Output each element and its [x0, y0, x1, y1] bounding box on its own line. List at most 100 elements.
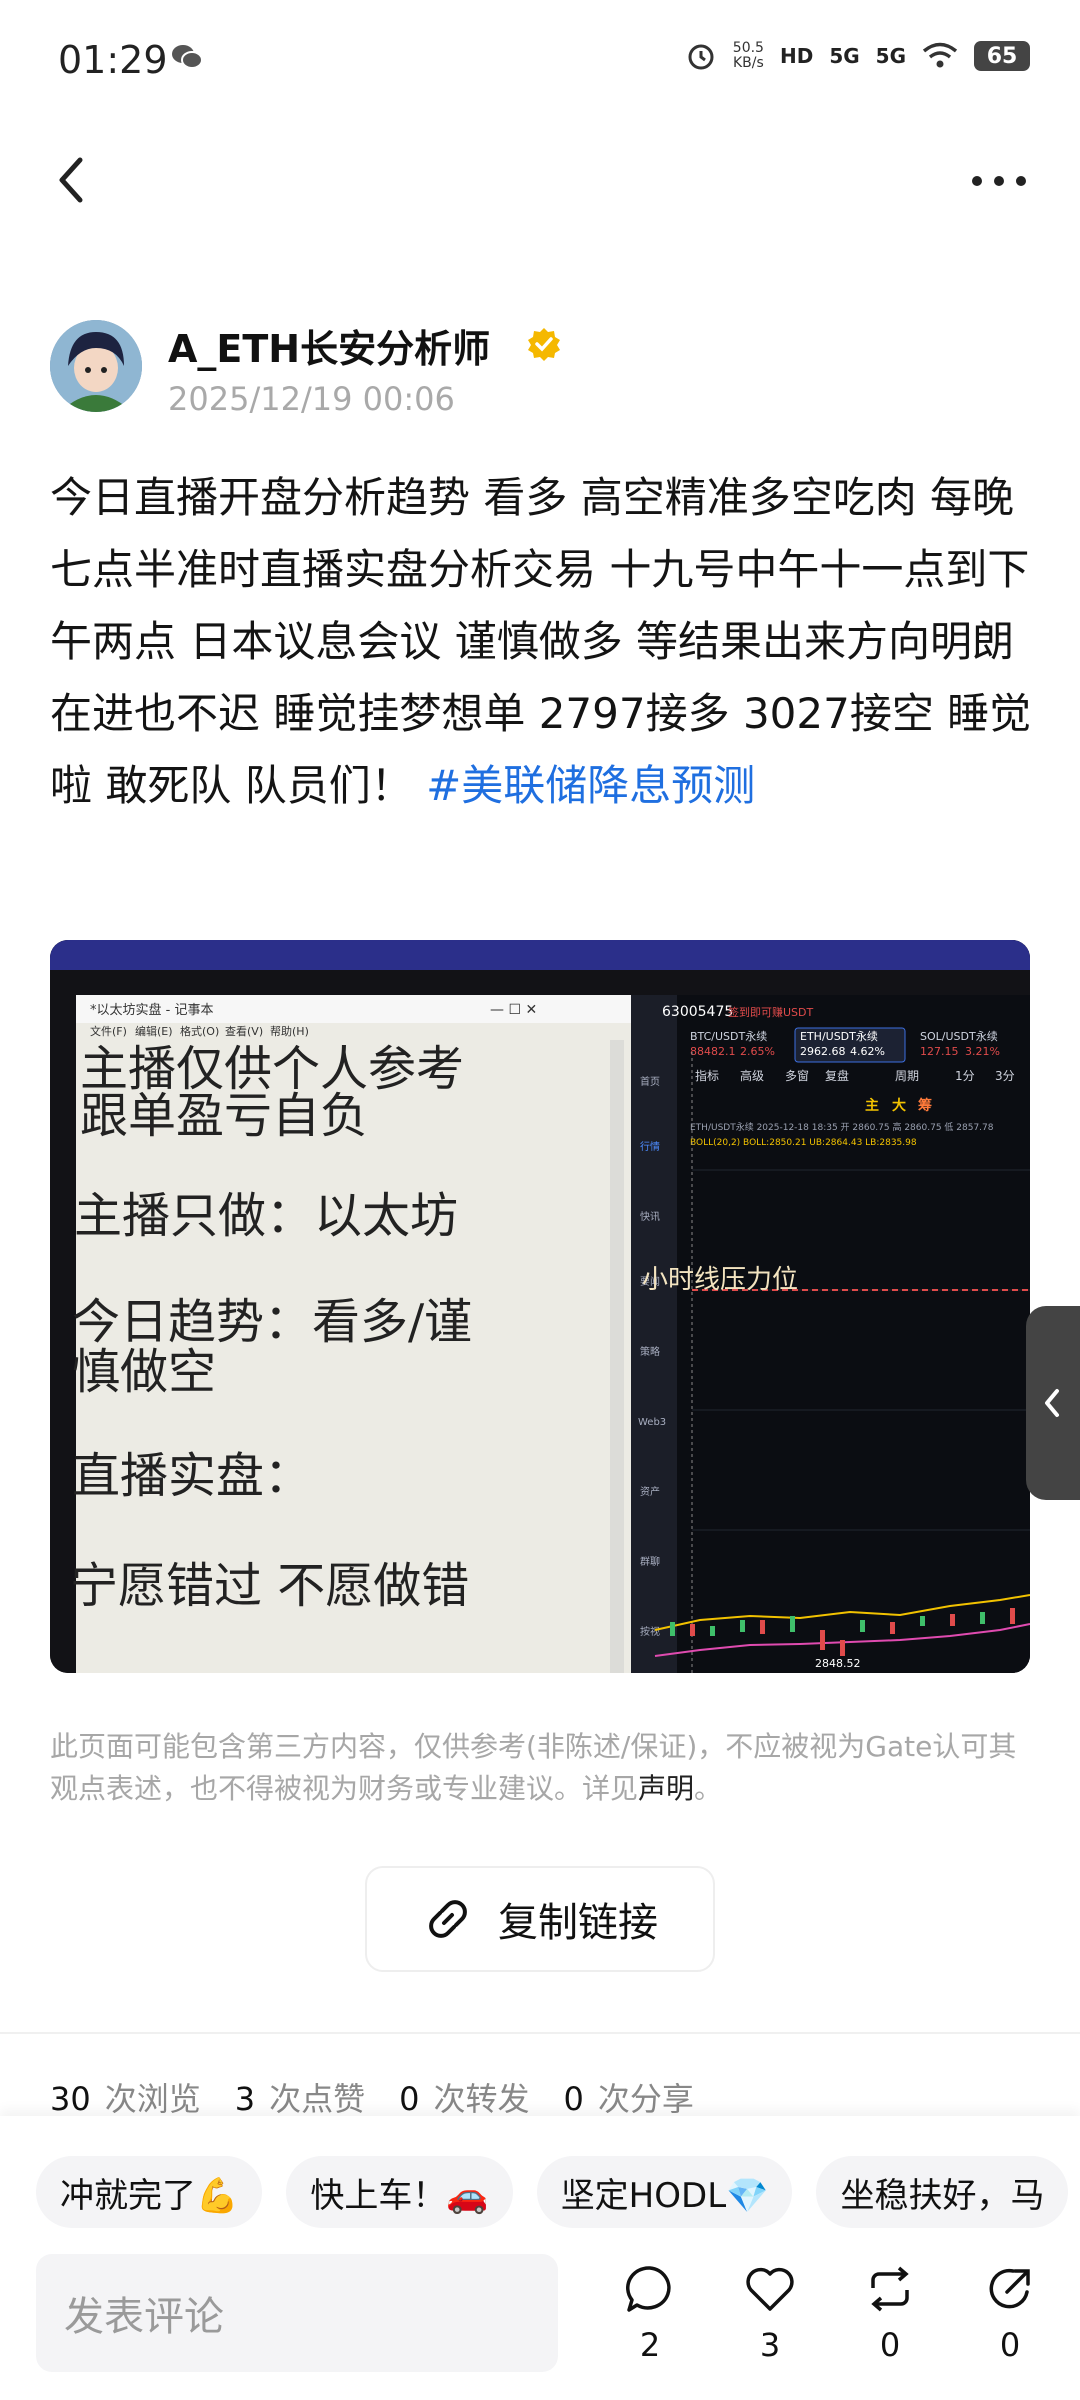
signal-5g-icon-2: 5G	[875, 44, 906, 68]
repost-button[interactable]: 0	[850, 2262, 930, 2364]
more-options-button[interactable]	[968, 166, 1030, 196]
ticker-price: 88482.1	[690, 1045, 736, 1058]
chart-toolbar: 周期	[895, 1069, 919, 1083]
chart-mark: 主	[865, 1097, 879, 1114]
status-icons: 50.5 KB/s HD 5G 5G 65	[685, 40, 1030, 72]
copy-link-button[interactable]: 复制链接	[365, 1866, 715, 1972]
notepad-line: 宁愿错过 不愿做错	[70, 1558, 469, 1614]
verified-badge-icon	[528, 328, 560, 361]
chart-mark: 筹	[918, 1097, 932, 1114]
wifi-icon	[922, 42, 958, 68]
ticker-change: 2.65%	[740, 1045, 775, 1058]
ticker-name: BTC/USDT永续	[690, 1029, 767, 1043]
window-controls: — ☐ ✕	[490, 1002, 537, 1018]
quick-reply-chip[interactable]: 坚定HODL💎	[536, 2156, 793, 2228]
stat-likes: 3 次点赞	[234, 2080, 366, 2118]
net-speed: 50.5 KB/s	[732, 40, 764, 71]
low-label: 2848.52	[815, 1657, 861, 1670]
hd-icon: HD	[779, 44, 814, 68]
status-time: 01:29	[58, 38, 168, 82]
app-nav: 群聊	[640, 1555, 660, 1568]
ohlc-line: ETH/USDT永续 2025-12-18 18:35 开 2860.75 高 …	[690, 1121, 994, 1133]
comment-icon	[626, 2266, 671, 2312]
boll-line: BOLL(20,2) BOLL:2850.21 UB:2864.43 LB:28…	[690, 1138, 917, 1148]
hashtag-link[interactable]: #美联储降息预测	[426, 761, 755, 810]
account-id: 63005475	[662, 1004, 733, 1020]
divider	[0, 2032, 1080, 2034]
link-icon	[429, 1900, 467, 1938]
disclaimer: 此页面可能包含第三方内容，仅供参考(非陈述/保证)，不应被视为Gate认可其观点…	[50, 1730, 1017, 1805]
bottom-panel: 冲就完了💪 快上车！🚗 坚定HODL💎 坐稳扶好，马 发表评论 2 3 0 0	[0, 2116, 1080, 2400]
quick-replies: 冲就完了💪 快上车！🚗 坚定HODL💎 坐稳扶好，马	[36, 2156, 1069, 2228]
share-button[interactable]: 0	[970, 2262, 1050, 2364]
chart-toolbar: 复盘	[825, 1068, 849, 1083]
like-button[interactable]: 3	[730, 2262, 810, 2364]
notepad-title: *以太坊实盘 - 记事本	[90, 1002, 213, 1018]
comment-count: 2	[639, 2326, 661, 2364]
chart-toolbar: 高级	[740, 1068, 764, 1083]
statement-link[interactable]: 声明	[638, 1772, 694, 1805]
quick-reply-chip[interactable]: 冲就完了💪	[36, 2156, 263, 2228]
app-nav: 快讯	[640, 1211, 660, 1223]
notepad-menu: 文件(F)	[90, 1024, 127, 1038]
post-text: 今日直播开盘分析趋势 看多 高空精准多空吃肉 每晚七点半准时直播实盘分析交易 十…	[50, 473, 1032, 810]
share-icon	[989, 2268, 1030, 2309]
alarm-icon	[688, 44, 714, 70]
quick-reply-chip[interactable]: 快上车！🚗	[286, 2156, 513, 2228]
comment-input[interactable]: 发表评论	[36, 2254, 558, 2372]
back-button[interactable]	[50, 152, 94, 208]
notepad-line: 主播只做：以太坊	[74, 1188, 458, 1244]
action-bar: 2 3 0 0	[610, 2262, 1050, 2364]
quick-reply-chip[interactable]: 坐稳扶好，马	[816, 2156, 1069, 2228]
app-nav: 首页	[640, 1075, 660, 1088]
notepad-line: 今日趋势：看多/谨	[72, 1294, 472, 1350]
app-nav: Web3	[638, 1417, 666, 1428]
post-time: 2025/12/19 00:06	[168, 380, 455, 418]
post-body: 今日直播开盘分析趋势 看多 高空精准多空吃肉 每晚七点半准时直播实盘分析交易 十…	[50, 462, 1040, 822]
repost-count: 0	[879, 2326, 901, 2364]
battery-icon: 65	[974, 41, 1030, 71]
app-nav: 资产	[640, 1485, 660, 1498]
chart-toolbar: 指标	[695, 1068, 719, 1083]
like-count: 3	[759, 2326, 781, 2364]
post-image[interactable]: *以太坊实盘 - 记事本 — ☐ ✕ 文件(F) 编辑(E) 格式(O) 查看(…	[50, 940, 1030, 1673]
account-hint: 签到即可赚USDT	[728, 1005, 814, 1019]
notepad-line: 直播实盘：	[72, 1448, 312, 1504]
ticker-price: 2962.68	[800, 1045, 846, 1058]
app-nav: 按视	[640, 1625, 660, 1638]
chart-mark: 大	[892, 1097, 906, 1114]
notepad-menu: 查看(V)	[225, 1024, 263, 1038]
chart-toolbar: 3分	[995, 1069, 1015, 1083]
chart-toolbar: 1分	[955, 1069, 975, 1083]
notepad-line: 慎做空	[72, 1344, 216, 1400]
app-nav: 策略	[640, 1345, 660, 1358]
stat-shares: 0 次分享	[563, 2080, 694, 2118]
copy-link-label: 复制链接	[498, 1900, 658, 1946]
repost-icon	[871, 2266, 909, 2312]
notepad-menu: 编辑(E)	[135, 1024, 173, 1038]
wechat-icon	[172, 45, 203, 69]
stat-reposts: 0 次转发	[399, 2080, 530, 2118]
pressure-label: 小时线压力位	[642, 1265, 798, 1295]
share-count: 0	[999, 2326, 1021, 2364]
avatar[interactable]	[50, 320, 142, 412]
comment-button[interactable]: 2	[610, 2262, 690, 2364]
chart-toolbar: 多窗	[785, 1069, 809, 1083]
status-bar: 01:29 50.5 KB/s HD 5G 5G 65	[0, 0, 1080, 120]
notepad-menu: 格式(O)	[180, 1024, 219, 1038]
side-panel-handle[interactable]	[1026, 1306, 1080, 1500]
signal-5g-icon: 5G	[829, 44, 860, 68]
ticker-name: ETH/USDT永续	[800, 1029, 878, 1043]
notepad-line: 跟单盈亏自负	[80, 1088, 368, 1144]
ticker-change: 4.62%	[850, 1045, 885, 1058]
ticker-name: SOL/USDT永续	[920, 1029, 998, 1043]
stat-views: 30 次浏览	[50, 2080, 201, 2118]
notepad-menu: 帮助(H)	[270, 1024, 309, 1038]
ticker-price: 127.15	[920, 1045, 959, 1058]
ticker-change: 3.21%	[965, 1045, 1000, 1058]
chevron-left-icon	[1045, 1389, 1059, 1417]
author-name[interactable]: A_ETH长安分析师	[168, 318, 490, 373]
heart-icon	[746, 2267, 794, 2311]
app-nav: 行情	[640, 1140, 660, 1153]
post-stats: 30 次浏览 3 次点赞 0 次转发 0 次分享	[50, 2074, 694, 2120]
